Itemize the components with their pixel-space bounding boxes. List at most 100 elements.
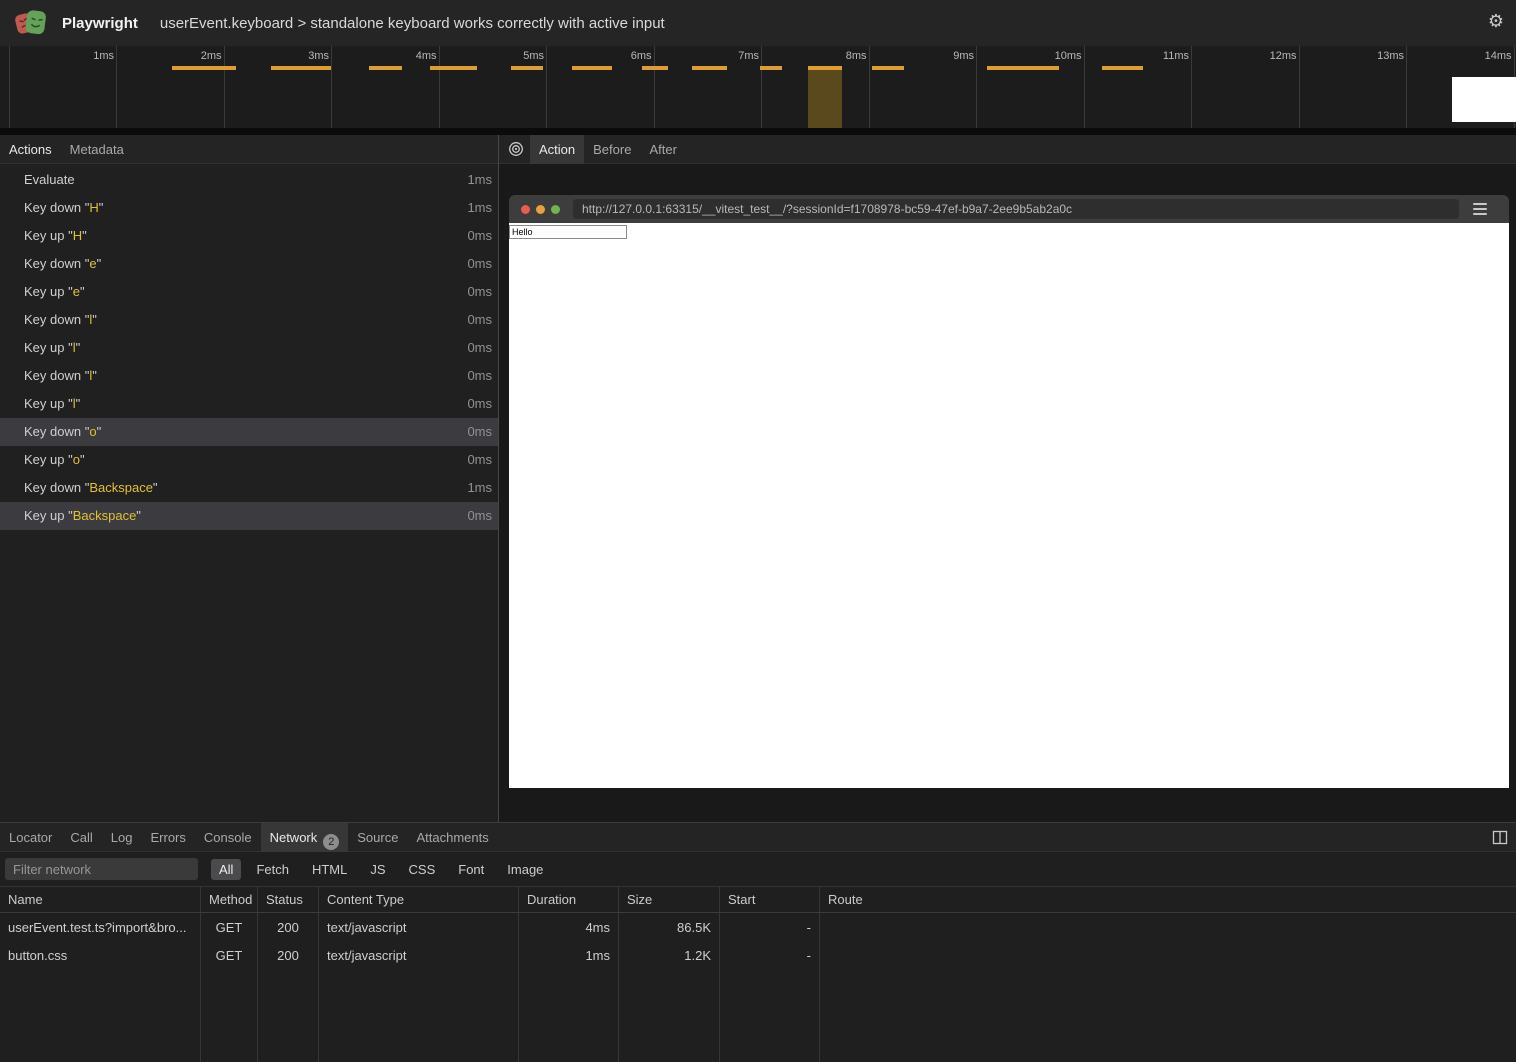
action-row[interactable]: Key down "l"0ms bbox=[0, 306, 498, 334]
action-label: Key up " bbox=[24, 284, 73, 299]
network-filter-row: All Fetch HTML JS CSS Font Image bbox=[0, 852, 1516, 886]
timeline-action-tick bbox=[172, 66, 236, 70]
action-row[interactable]: Key up "l"0ms bbox=[0, 334, 498, 362]
action-row[interactable]: Evaluate1ms bbox=[0, 166, 498, 194]
timeline[interactable]: 1ms2ms3ms4ms5ms6ms7ms8ms9ms10ms11ms12ms1… bbox=[0, 46, 1516, 128]
cell-route bbox=[820, 941, 1516, 969]
column-header-size[interactable]: Size bbox=[619, 887, 720, 912]
header-bar: Playwright userEvent.keyboard > standalo… bbox=[0, 0, 1516, 46]
column-header-status[interactable]: Status bbox=[258, 887, 319, 912]
timeline-cell: 10ms bbox=[976, 46, 1084, 128]
action-row[interactable]: Key down "e"0ms bbox=[0, 250, 498, 278]
network-filter-input[interactable] bbox=[5, 858, 198, 880]
action-duration: 0ms bbox=[467, 306, 492, 334]
snapshot-text-input[interactable] bbox=[509, 225, 627, 239]
filter-chip-font[interactable]: Font bbox=[450, 859, 492, 880]
filter-chip-all[interactable]: All bbox=[211, 859, 241, 880]
tab-log[interactable]: Log bbox=[102, 823, 142, 852]
network-request-row[interactable]: button.cssGET200text/javascript1ms1.2K- bbox=[0, 941, 1516, 969]
column-header-start[interactable]: Start bbox=[720, 887, 820, 912]
column-header-duration[interactable]: Duration bbox=[519, 887, 619, 912]
tab-source[interactable]: Source bbox=[348, 823, 407, 852]
timeline-tick-label: 12ms bbox=[1270, 50, 1297, 62]
tab-errors[interactable]: Errors bbox=[141, 823, 194, 852]
action-key: o bbox=[73, 452, 80, 467]
action-row[interactable]: Key down "Backspace"1ms bbox=[0, 474, 498, 502]
action-label: Key down " bbox=[24, 256, 89, 271]
timeline-action-tick bbox=[572, 66, 612, 70]
action-label: Key down " bbox=[24, 424, 89, 439]
filter-chip-js[interactable]: JS bbox=[362, 859, 393, 880]
timeline-action-tick bbox=[692, 66, 727, 70]
timeline-tick-label: 11ms bbox=[1163, 50, 1189, 62]
action-row[interactable]: Key up "l"0ms bbox=[0, 390, 498, 418]
filter-chip-html[interactable]: HTML bbox=[304, 859, 355, 880]
filter-chip-image[interactable]: Image bbox=[499, 859, 551, 880]
action-quote: " bbox=[82, 228, 87, 243]
network-header-row: NameMethodStatusContent TypeDurationSize… bbox=[0, 886, 1516, 913]
action-key: e bbox=[73, 284, 80, 299]
cell-duration: 1ms bbox=[519, 941, 619, 969]
action-label: Key up " bbox=[24, 452, 73, 467]
action-row[interactable]: Key up "H"0ms bbox=[0, 222, 498, 250]
column-header-route[interactable]: Route bbox=[820, 887, 1516, 912]
tab-actions[interactable]: Actions bbox=[0, 135, 61, 164]
cell-method: GET bbox=[201, 941, 258, 969]
action-key: Backspace bbox=[89, 480, 153, 495]
action-duration: 0ms bbox=[467, 502, 492, 530]
timeline-action-tick bbox=[872, 66, 904, 70]
tab-action[interactable]: Action bbox=[530, 135, 584, 164]
split-view-icon[interactable] bbox=[1492, 830, 1508, 845]
tab-attachments[interactable]: Attachments bbox=[407, 823, 497, 852]
action-quote: " bbox=[97, 256, 102, 271]
network-request-row[interactable]: userEvent.test.ts?import&bro...GET200tex… bbox=[0, 913, 1516, 941]
action-label: Key up " bbox=[24, 508, 73, 523]
filler-cell bbox=[319, 969, 519, 1062]
tab-call[interactable]: Call bbox=[61, 823, 101, 852]
timeline-action-tick bbox=[430, 66, 477, 70]
timeline-cell: 12ms bbox=[1191, 46, 1299, 128]
timeline-tick-label: 5ms bbox=[523, 50, 544, 62]
timeline-cell: 5ms bbox=[439, 46, 547, 128]
action-row[interactable]: Key up "o"0ms bbox=[0, 446, 498, 474]
timeline-selected-action-bar[interactable] bbox=[808, 66, 842, 128]
timeline-cell: 6ms bbox=[546, 46, 654, 128]
action-quote: " bbox=[99, 200, 104, 215]
timeline-screenshot-thumbnail[interactable] bbox=[1452, 77, 1516, 122]
action-row[interactable]: Key down "o"0ms bbox=[0, 418, 498, 446]
cell-name: userEvent.test.ts?import&bro... bbox=[0, 913, 201, 941]
timeline-tick-label: 14ms bbox=[1485, 50, 1512, 62]
action-row[interactable]: Key up "e"0ms bbox=[0, 278, 498, 306]
filter-chip-css[interactable]: CSS bbox=[401, 859, 444, 880]
action-key: H bbox=[73, 228, 82, 243]
timeline-tick-label: 13ms bbox=[1377, 50, 1404, 62]
action-quote: " bbox=[76, 396, 81, 411]
pick-locator-target-icon[interactable] bbox=[508, 141, 524, 157]
tab-before[interactable]: Before bbox=[584, 135, 640, 164]
timeline-tick-label: 6ms bbox=[631, 50, 652, 62]
tab-metadata[interactable]: Metadata bbox=[61, 135, 133, 164]
settings-gear-icon[interactable]: ⚙ bbox=[1488, 12, 1504, 30]
cell-start: - bbox=[720, 913, 820, 941]
tab-after[interactable]: After bbox=[640, 135, 685, 164]
tab-locator[interactable]: Locator bbox=[0, 823, 61, 852]
timeline-cell: 11ms bbox=[1084, 46, 1192, 128]
traffic-light-red-icon bbox=[521, 205, 530, 214]
action-row[interactable]: Key up "Backspace"0ms bbox=[0, 502, 498, 530]
column-header-name[interactable]: Name bbox=[0, 887, 201, 912]
tab-console[interactable]: Console bbox=[195, 823, 261, 852]
timeline-tick-label: 7ms bbox=[738, 50, 759, 62]
timeline-action-tick bbox=[1102, 66, 1143, 70]
tab-network[interactable]: Network2 bbox=[261, 823, 349, 852]
network-count-badge: 2 bbox=[323, 834, 339, 850]
timeline-tick-label: 2ms bbox=[201, 50, 222, 62]
cell-duration: 4ms bbox=[519, 913, 619, 941]
action-row[interactable]: Key down "l"0ms bbox=[0, 362, 498, 390]
cell-route bbox=[820, 913, 1516, 941]
column-header-method[interactable]: Method bbox=[201, 887, 258, 912]
filter-chip-fetch[interactable]: Fetch bbox=[248, 859, 297, 880]
action-key: o bbox=[89, 424, 96, 439]
action-row[interactable]: Key down "H"1ms bbox=[0, 194, 498, 222]
column-header-content-type[interactable]: Content Type bbox=[319, 887, 519, 912]
action-label: Key down " bbox=[24, 312, 89, 327]
